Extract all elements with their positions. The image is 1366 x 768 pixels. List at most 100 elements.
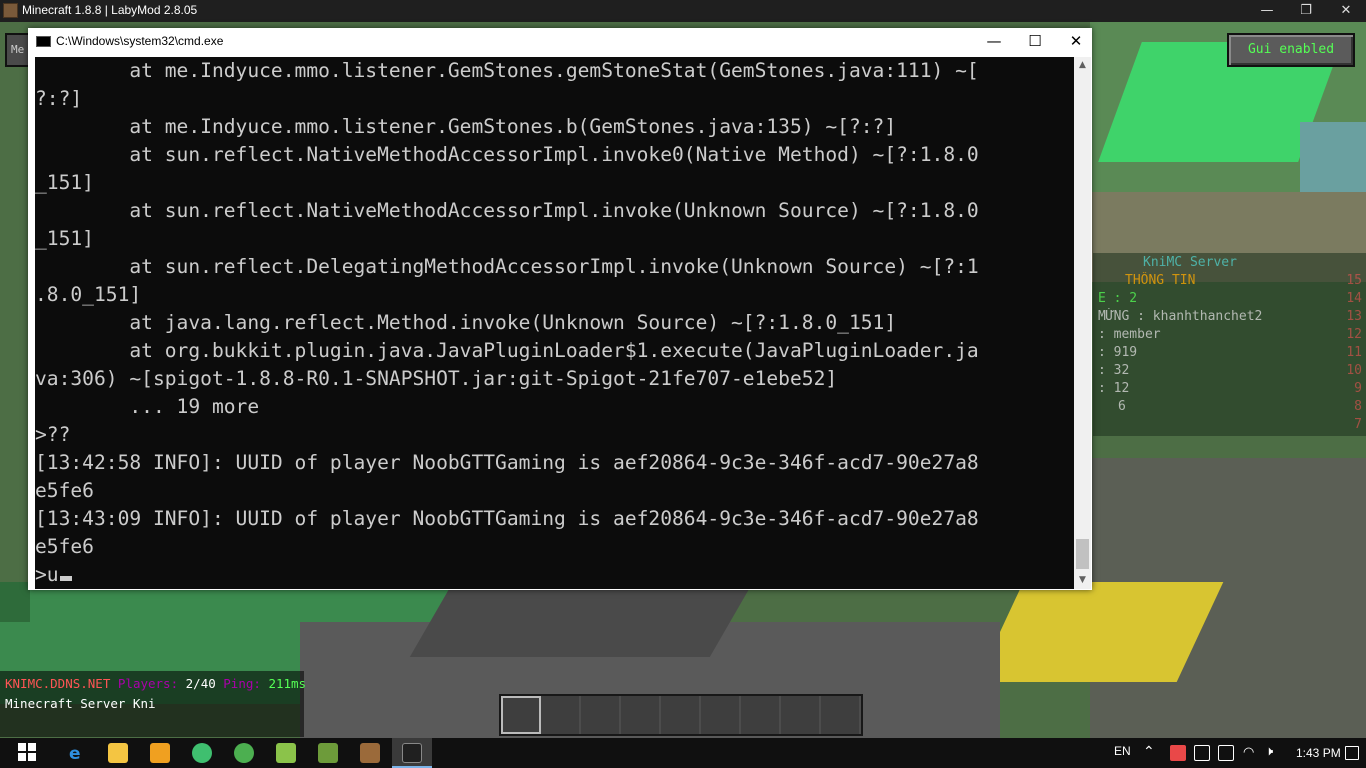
terrain-block xyxy=(409,587,751,657)
scoreboard-line: MỪNG : khanhthanchet2 xyxy=(1098,309,1263,324)
server-info-panel: KNIMC.DDNS.NET Players: 2/40 Ping: 211ms… xyxy=(0,671,306,737)
console-line: va:306) ~[spigot-1.8.8-R0.1-SNAPSHOT.jar… xyxy=(35,367,838,390)
hotbar-slot[interactable] xyxy=(701,696,741,734)
console-line: at sun.reflect.NativeMethodAccessorImpl.… xyxy=(35,143,979,166)
action-center-icon[interactable] xyxy=(1345,746,1359,760)
cmd-maximize-button[interactable]: ☐ xyxy=(1015,28,1055,57)
scoreboard-line: 6 xyxy=(1118,399,1126,414)
scoreboard-line: : 919 xyxy=(1098,345,1138,360)
hotbar-slot[interactable] xyxy=(781,696,821,734)
server-host: KNIMC.DDNS.NET xyxy=(5,676,111,691)
terrain-block xyxy=(0,582,30,622)
cmd-app-icon xyxy=(36,36,51,47)
window-title: Minecraft 1.8.8 | LabyMod 2.8.05 xyxy=(22,3,198,17)
hotbar-slot[interactable] xyxy=(741,696,781,734)
console-line: [13:42:58 INFO]: UUID of player NoobGTTG… xyxy=(35,451,979,474)
hotbar-slot[interactable] xyxy=(581,696,621,734)
close-button[interactable]: ✕ xyxy=(1326,0,1366,22)
ping-value: 211ms xyxy=(268,676,307,691)
text-cursor xyxy=(59,576,72,581)
console-line: ... 19 more xyxy=(35,395,260,418)
hotbar-slot[interactable] xyxy=(541,696,581,734)
edge-icon[interactable]: e xyxy=(66,743,86,764)
scoreboard-score: 10 xyxy=(1346,363,1362,378)
wifi-icon[interactable]: ◠ xyxy=(1243,744,1254,760)
show-hidden-icons-icon[interactable]: ⌃ xyxy=(1143,743,1155,760)
tlauncher-icon[interactable] xyxy=(276,743,296,763)
console-input-line[interactable]: >u xyxy=(35,561,979,589)
maximize-button[interactable]: ❐ xyxy=(1286,0,1326,22)
cmd-close-button[interactable]: ✕ xyxy=(1056,28,1096,57)
scoreboard-score: 8 xyxy=(1354,399,1362,414)
minecraft-app-icon xyxy=(3,3,18,18)
server-motd: Minecraft Server Kni xyxy=(5,696,156,711)
console-line: ?:?] xyxy=(35,87,83,110)
hotbar[interactable] xyxy=(499,694,863,736)
photos-icon[interactable] xyxy=(192,743,212,763)
cc-cleaner-icon[interactable] xyxy=(234,743,254,763)
scoreboard-score: 15 xyxy=(1346,273,1362,288)
volume-mute-icon[interactable]: 🕨 xyxy=(1265,743,1273,759)
console-line: e5fe6 xyxy=(35,535,94,558)
minimize-button[interactable]: — xyxy=(1247,0,1287,22)
console-line: e5fe6 xyxy=(35,479,94,502)
console-line: at me.Indyuce.mmo.listener.GemStones.b(G… xyxy=(35,115,897,138)
scroll-up-icon[interactable]: ▲ xyxy=(1074,57,1091,74)
scoreboard-line: E : 2 xyxy=(1098,291,1138,306)
console-line: .8.0_151] xyxy=(35,283,142,306)
notification-tray-icon[interactable] xyxy=(1194,745,1210,761)
hotbar-slot[interactable] xyxy=(501,696,541,734)
console-line: [13:43:09 INFO]: UUID of player NoobGTTG… xyxy=(35,507,979,530)
console-text: at me.Indyuce.mmo.listener.GemStones.gem… xyxy=(35,57,979,589)
minecraft-grass-icon[interactable] xyxy=(318,743,338,763)
console-line: at sun.reflect.NativeMethodAccessorImpl.… xyxy=(35,199,979,222)
console-line: _151] xyxy=(35,171,94,194)
scoreboard-score: 9 xyxy=(1354,381,1362,396)
console-input[interactable]: >u xyxy=(35,563,59,586)
console-line: at java.lang.reflect.Method.invoke(Unkno… xyxy=(35,311,897,334)
taskbar: e EN ⌃ ◠ 🕨 1:43 PM xyxy=(0,738,1366,768)
console-line: at org.bukkit.plugin.java.JavaPluginLoad… xyxy=(35,339,979,362)
scoreboard-score: 13 xyxy=(1346,309,1362,324)
players-label: Players: xyxy=(117,676,179,691)
vertical-scrollbar[interactable]: ▲ ▼ xyxy=(1074,57,1091,589)
gui-enabled-button[interactable]: Gui enabled xyxy=(1227,33,1355,67)
language-indicator[interactable]: EN xyxy=(1114,744,1131,758)
scroll-down-icon[interactable]: ▼ xyxy=(1074,572,1091,589)
scoreboard-score: 14 xyxy=(1346,291,1362,306)
cmd-window[interactable]: C:\Windows\system32\cmd.exe — ☐ ✕ at me.… xyxy=(28,28,1092,590)
players-count: 2/40 xyxy=(185,676,216,691)
cmd-icon[interactable] xyxy=(402,743,422,763)
scoreboard-line: : 32 xyxy=(1098,363,1130,378)
scoreboard-score: 7 xyxy=(1354,417,1362,432)
scoreboard-title: KniMC Server xyxy=(1143,255,1237,270)
cmd-minimize-button[interactable]: — xyxy=(974,28,1014,57)
console-line: >?? xyxy=(35,423,71,446)
scoreboard-line: THÔNG TIN xyxy=(1125,273,1196,288)
cmd-window-title: C:\Windows\system32\cmd.exe xyxy=(56,34,224,48)
console-line: _151] xyxy=(35,227,94,250)
console-line: at sun.reflect.DelegatingMethodAccessorI… xyxy=(35,255,979,278)
hotbar-slot[interactable] xyxy=(661,696,701,734)
scoreboard-score: 11 xyxy=(1346,345,1362,360)
minecraft-crafting-icon[interactable] xyxy=(360,743,380,763)
scoreboard-line: : member xyxy=(1098,327,1161,342)
scoreboard-line: : 12 xyxy=(1098,381,1130,396)
cmd-title-bar[interactable]: C:\Windows\system32\cmd.exe — ☐ ✕ xyxy=(28,28,1092,57)
console-line: at me.Indyuce.mmo.listener.GemStones.gem… xyxy=(35,59,979,82)
server-status-line: KNIMC.DDNS.NET Players: 2/40 Ping: 211ms xyxy=(5,676,306,691)
hotbar-slot[interactable] xyxy=(821,696,861,734)
antivirus-icon[interactable] xyxy=(1170,745,1186,761)
clock[interactable]: 1:43 PM xyxy=(1296,746,1341,760)
scoreboard-score: 12 xyxy=(1346,327,1362,342)
console-output[interactable]: at me.Indyuce.mmo.listener.GemStones.gem… xyxy=(35,57,1074,589)
file-explorer-icon[interactable] xyxy=(108,743,128,763)
minecraft-title-bar: Minecraft 1.8.8 | LabyMod 2.8.05 — ❐ ✕ xyxy=(0,0,1366,22)
ping-label: Ping: xyxy=(223,676,261,691)
hotbar-slot[interactable] xyxy=(621,696,661,734)
start-icon[interactable] xyxy=(18,743,38,763)
battery-icon[interactable] xyxy=(1218,745,1234,761)
svg-text:e: e xyxy=(69,744,81,763)
media-player-icon[interactable] xyxy=(150,743,170,763)
scrollbar-thumb[interactable] xyxy=(1076,539,1089,569)
